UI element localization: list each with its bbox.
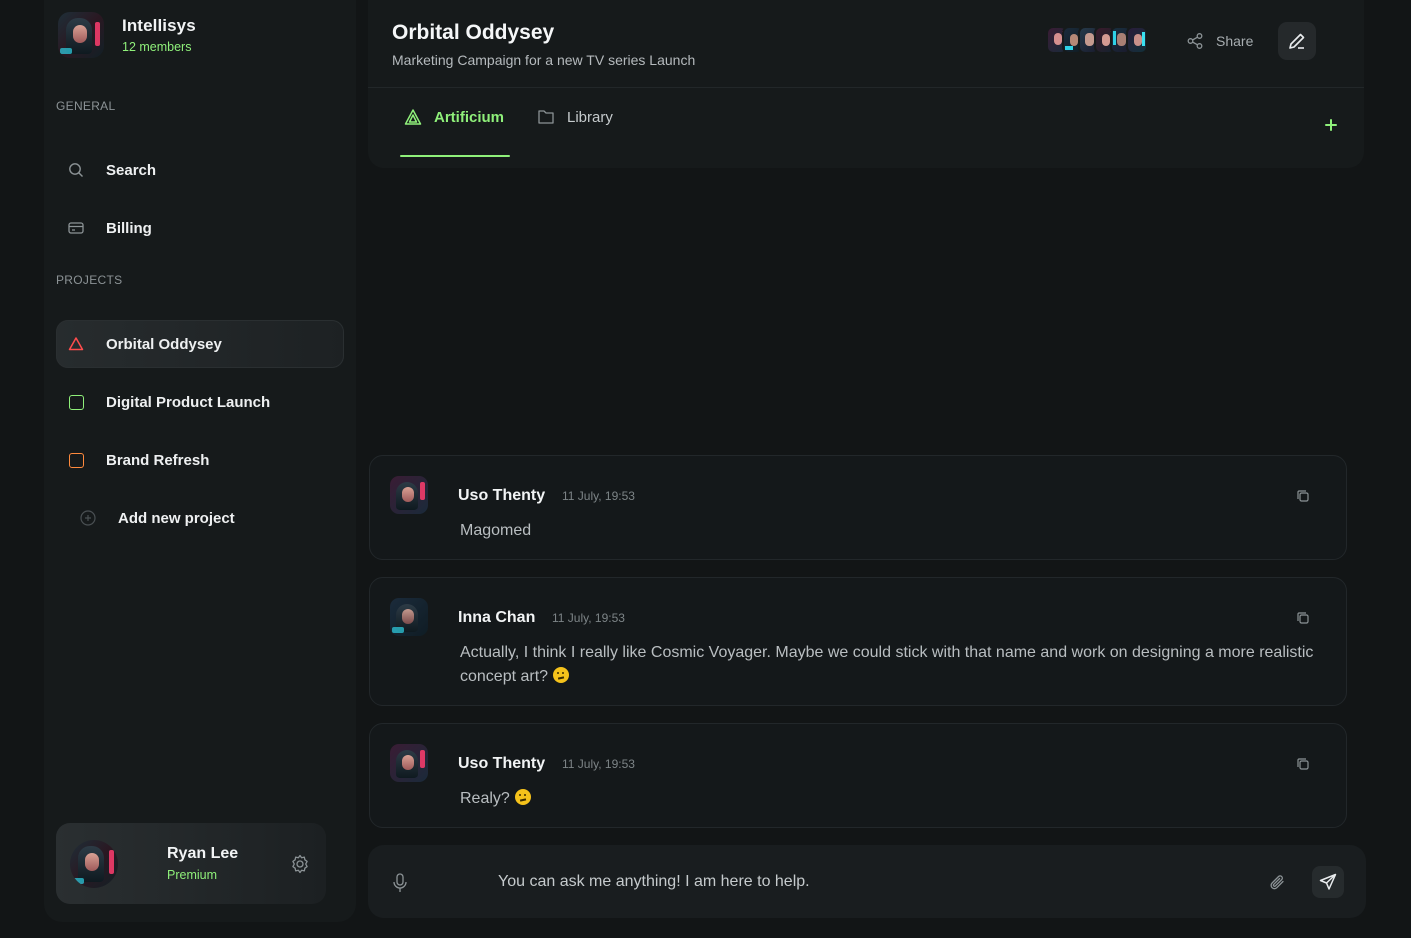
message-timestamp: 11 July, 19:53: [552, 611, 625, 625]
message-avatar: [390, 744, 428, 782]
active-tab-indicator: [400, 155, 510, 157]
message-input[interactable]: [498, 869, 1198, 895]
message-avatar: [390, 476, 428, 514]
add-project-label: Add new project: [118, 509, 235, 527]
folder-icon: [538, 110, 554, 124]
message-timestamp: 11 July, 19:53: [562, 489, 635, 503]
member-avatars[interactable]: [1046, 26, 1148, 54]
chat-message: Uso Thenty 11 July, 19:53 Realy?: [369, 723, 1347, 828]
sidebar-item-label: Billing: [106, 219, 152, 237]
user-avatar: [70, 839, 118, 888]
share-icon: [1187, 33, 1203, 49]
tab-library[interactable]: Library: [537, 108, 613, 126]
page-subtitle: Marketing Campaign for a new TV series L…: [392, 52, 696, 68]
workspace-members: 12 members: [122, 40, 192, 54]
tab-label: Library: [567, 108, 613, 126]
project-label: Brand Refresh: [106, 451, 210, 469]
message-text: Realy?: [460, 787, 1316, 811]
send-icon: [1319, 873, 1337, 890]
avatar: [1126, 26, 1148, 54]
message-composer: [368, 845, 1366, 918]
sidebar-item-billing[interactable]: Billing: [56, 204, 344, 252]
project-header: Orbital Oddysey Marketing Campaign for a…: [368, 0, 1364, 168]
tab-label: Artificium: [434, 108, 505, 126]
thinking-emoji-icon: [553, 667, 570, 683]
message-text: Magomed: [460, 522, 532, 539]
billing-icon: [68, 220, 84, 236]
user-name: Ryan Lee: [167, 845, 239, 862]
plus-circle-icon: [80, 510, 96, 526]
sidebar-item-label: Search: [106, 161, 157, 179]
chat-message: Inna Chan 11 July, 19:53 Actually, I thi…: [369, 577, 1347, 706]
project-orbital-oddysey[interactable]: Orbital Oddysey: [56, 320, 344, 368]
header-divider: [368, 87, 1364, 88]
share-button[interactable]: Share: [1186, 32, 1253, 50]
square-icon: [68, 452, 84, 468]
message-author: Uso Thenty: [458, 755, 546, 772]
search-icon: [68, 162, 84, 178]
message-avatar: [390, 598, 428, 636]
project-digital-product-launch[interactable]: Digital Product Launch: [56, 378, 344, 426]
send-button[interactable]: [1312, 866, 1344, 898]
pencil-icon: [1289, 33, 1305, 49]
user-card[interactable]: Ryan Lee Premium: [56, 823, 326, 904]
copy-icon[interactable]: [1296, 757, 1310, 771]
message-author: Inna Chan: [458, 609, 536, 626]
share-label: Share: [1216, 33, 1254, 49]
add-tab-icon[interactable]: [1324, 118, 1338, 132]
tab-artificium[interactable]: Artificium: [404, 108, 504, 126]
square-icon: [68, 394, 84, 410]
workspace-avatar: [58, 12, 104, 58]
message-author: Uso Thenty: [458, 487, 546, 504]
microphone-icon[interactable]: [392, 873, 408, 893]
sidebar: Intellisys 12 members GENERAL Search Bil…: [44, 0, 356, 922]
workspace-header[interactable]: Intellisys 12 members: [58, 12, 196, 58]
user-plan: Premium: [167, 868, 218, 882]
sidebar-item-search[interactable]: Search: [56, 146, 344, 194]
general-section-label: GENERAL: [56, 99, 116, 113]
workspace-name: Intellisys: [122, 16, 196, 35]
project-brand-refresh[interactable]: Brand Refresh: [56, 436, 344, 484]
project-label: Digital Product Launch: [106, 393, 271, 411]
gear-icon[interactable]: [290, 854, 310, 874]
copy-icon[interactable]: [1296, 611, 1310, 625]
chat-message: Uso Thenty 11 July, 19:53 Magomed: [369, 455, 1347, 560]
message-text: Actually, I think I really like Cosmic V…: [460, 644, 1314, 685]
message-timestamp: 11 July, 19:53: [562, 757, 635, 771]
triangle-icon: [68, 336, 84, 352]
copy-icon[interactable]: [1296, 489, 1310, 503]
edit-button[interactable]: [1278, 22, 1316, 60]
add-project-button[interactable]: Add new project: [56, 494, 344, 542]
projects-section-label: PROJECTS: [56, 273, 123, 287]
project-label: Orbital Oddysey: [106, 335, 222, 353]
thinking-emoji-icon: [514, 789, 531, 805]
artificium-icon: [404, 109, 422, 125]
page-title: Orbital Oddysey: [392, 21, 555, 44]
app-root: Intellisys 12 members GENERAL Search Bil…: [0, 0, 1411, 938]
paperclip-icon[interactable]: [1268, 873, 1288, 893]
